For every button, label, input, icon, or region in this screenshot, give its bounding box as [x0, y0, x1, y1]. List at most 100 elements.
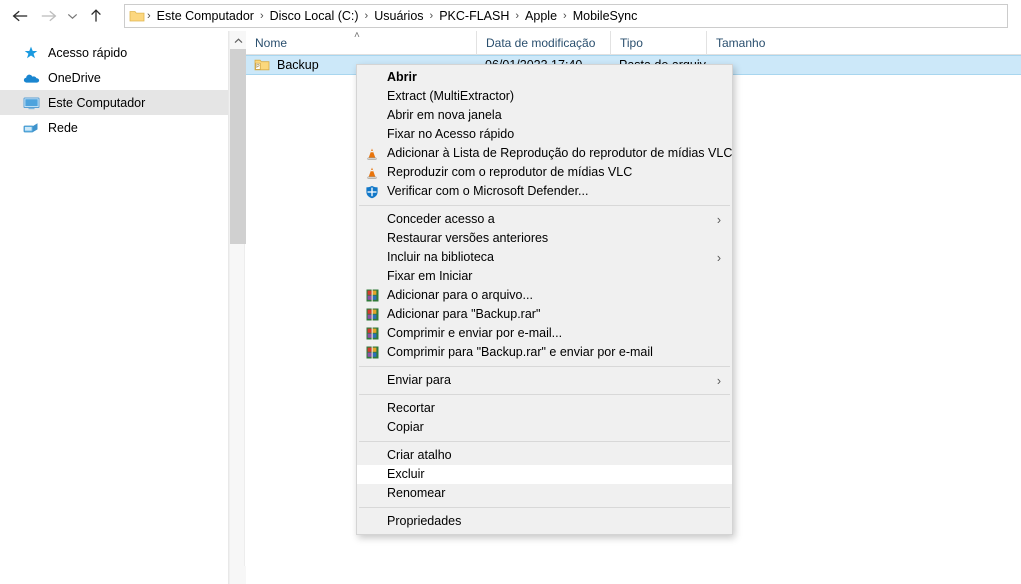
column-header-label: Tamanho [716, 35, 766, 50]
monitor-icon [22, 94, 40, 112]
column-header-label: Tipo [620, 35, 643, 50]
menu-item-recortar[interactable]: Recortar [357, 399, 732, 418]
sidebar-item-este-computador[interactable]: Este Computador [0, 90, 228, 115]
sidebar-item-label: Rede [48, 120, 78, 135]
file-name-label: Backup [277, 58, 319, 72]
no-icon [361, 70, 383, 86]
menu-item-renomear[interactable]: Renomear [357, 484, 732, 503]
recent-locations-button[interactable] [62, 2, 82, 30]
no-icon [361, 448, 383, 464]
sidebar-item-label: Acesso rápido [48, 45, 128, 60]
chevron-up-icon [234, 33, 243, 47]
menu-item-excluir[interactable]: Excluir [357, 465, 732, 484]
sidebar-item-label: OneDrive [48, 70, 101, 85]
cloud-icon [22, 69, 40, 87]
no-icon [361, 373, 383, 389]
menu-item-enviar-para[interactable]: Enviar para › [357, 371, 732, 390]
breadcrumb-item-0[interactable]: Este Computador [152, 5, 259, 27]
no-icon [361, 401, 383, 417]
file-explorer-window: › Este Computador › Disco Local (C:) › U… [0, 0, 1021, 584]
breadcrumb-item-1[interactable]: Disco Local (C:) [265, 5, 364, 27]
menu-item-adicionar-para-o-arquivo[interactable]: Adicionar para o arquivo... [357, 286, 732, 305]
up-arrow-icon [89, 8, 103, 24]
up-button[interactable] [82, 2, 110, 30]
navigation-pane-scrollbar[interactable] [229, 31, 246, 584]
forward-button [34, 2, 62, 30]
breadcrumb-item-2[interactable]: Usuários [369, 5, 428, 27]
menu-item-reproduzir-com-vlc[interactable]: Reproduzir com o reprodutor de mídias VL… [357, 163, 732, 182]
breadcrumb-item-4[interactable]: Apple [520, 5, 562, 27]
menu-item-label: Adicionar para o arquivo... [387, 288, 533, 302]
menu-item-label: Propriedades [387, 514, 462, 528]
pin-icon [22, 44, 40, 62]
menu-item-label: Fixar em Iniciar [387, 269, 473, 283]
sidebar-item-onedrive[interactable]: OneDrive [0, 65, 228, 90]
sidebar-item-acesso-rapido[interactable]: Acesso rápido [0, 40, 228, 65]
menu-item-restaurar-versoes-anteriores[interactable]: Restaurar versões anteriores [357, 229, 732, 248]
chevron-right-icon: › [716, 213, 721, 227]
menu-item-comprimir-e-enviar-por-email[interactable]: Comprimir e enviar por e-mail... [357, 324, 732, 343]
menu-separator [359, 507, 730, 508]
column-header-nome[interactable]: Nome ˄ [246, 30, 476, 55]
no-icon [361, 108, 383, 124]
menu-item-incluir-na-biblioteca[interactable]: Incluir na biblioteca › [357, 248, 732, 267]
no-icon [361, 127, 383, 143]
vlc-icon [361, 165, 383, 181]
menu-item-label: Renomear [387, 486, 446, 500]
column-header-tamanho[interactable]: Tamanho [706, 30, 796, 55]
no-icon [361, 231, 383, 247]
menu-item-label: Restaurar versões anteriores [387, 231, 549, 245]
winrar-icon [361, 307, 383, 323]
menu-item-copiar[interactable]: Copiar [357, 418, 732, 437]
menu-item-extract-multiextractor[interactable]: Extract (MultiExtractor) [357, 87, 732, 106]
menu-item-criar-atalho[interactable]: Criar atalho [357, 446, 732, 465]
menu-item-label: Abrir [387, 70, 417, 84]
menu-item-adicionar-para-backup-rar[interactable]: Adicionar para "Backup.rar" [357, 305, 732, 324]
column-header-tipo[interactable]: Tipo [610, 30, 706, 55]
menu-item-label: Comprimir e enviar por e-mail... [387, 326, 563, 340]
breadcrumb-item-5[interactable]: MobileSync [568, 5, 643, 27]
column-header-row: Nome ˄ Data de modificação Tipo Tamanho [246, 30, 1021, 55]
scroll-down-button[interactable] [230, 566, 246, 584]
menu-item-label: Abrir em nova janela [387, 108, 502, 122]
sidebar-item-label: Este Computador [48, 95, 146, 110]
column-header-label: Data de modificação [486, 35, 596, 50]
column-header-data-modificacao[interactable]: Data de modificação [476, 30, 610, 55]
sidebar-item-rede[interactable]: Rede [0, 115, 228, 140]
chevron-right-icon: › [716, 374, 721, 388]
menu-item-label: Criar atalho [387, 448, 452, 462]
scrollbar-thumb[interactable] [230, 49, 246, 244]
back-button[interactable] [6, 2, 34, 30]
network-icon [22, 119, 40, 137]
address-bar[interactable]: › Este Computador › Disco Local (C:) › U… [124, 4, 1008, 28]
menu-item-abrir[interactable]: Abrir [357, 68, 732, 87]
scroll-up-button[interactable] [230, 31, 246, 49]
folder-icon [128, 8, 146, 24]
menu-separator [359, 441, 730, 442]
no-icon [361, 269, 383, 285]
menu-item-propriedades[interactable]: Propriedades [357, 512, 732, 531]
menu-item-fixar-no-acesso-rapido[interactable]: Fixar no Acesso rápido [357, 125, 732, 144]
no-icon [361, 420, 383, 436]
menu-separator [359, 366, 730, 367]
menu-item-adicionar-lista-reproducao-vlc[interactable]: Adicionar à Lista de Reprodução do repro… [357, 144, 732, 163]
no-icon [361, 486, 383, 502]
menu-item-label: Verificar com o Microsoft Defender... [387, 184, 589, 198]
menu-item-label: Incluir na biblioteca [387, 250, 495, 264]
menu-item-comprimir-para-backup-rar-e-enviar-por-email[interactable]: Comprimir para "Backup.rar" e enviar por… [357, 343, 732, 362]
winrar-icon [361, 326, 383, 342]
menu-item-conceder-acesso-a[interactable]: Conceder acesso a › [357, 210, 732, 229]
menu-item-fixar-em-iniciar[interactable]: Fixar em Iniciar [357, 267, 732, 286]
menu-item-label: Excluir [387, 467, 425, 481]
menu-item-label: Adicionar à Lista de Reprodução do repro… [387, 146, 733, 160]
winrar-icon [361, 345, 383, 361]
chevron-right-icon: › [716, 251, 721, 265]
menu-item-label: Fixar no Acesso rápido [387, 127, 515, 141]
menu-item-label: Enviar para [387, 373, 451, 387]
context-menu: Abrir Extract (MultiExtractor) Abrir em … [356, 64, 733, 535]
menu-item-verificar-microsoft-defender[interactable]: Verificar com o Microsoft Defender... [357, 182, 732, 201]
breadcrumb-item-3[interactable]: PKC-FLASH [434, 5, 514, 27]
menu-item-label: Comprimir para "Backup.rar" e enviar por… [387, 345, 653, 359]
menu-item-label: Conceder acesso a [387, 212, 495, 226]
menu-item-abrir-em-nova-janela[interactable]: Abrir em nova janela [357, 106, 732, 125]
